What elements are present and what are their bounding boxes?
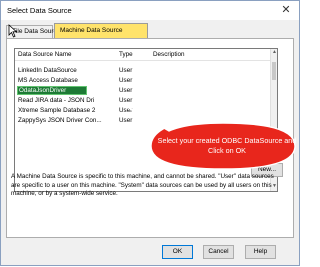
callout-bubble	[118, 101, 296, 170]
select-data-source-dialog: Select Data Source ✕ File Data Source Ma…	[0, 0, 300, 266]
callout-text: Select your created ODBC DataSource and …	[157, 136, 297, 155]
